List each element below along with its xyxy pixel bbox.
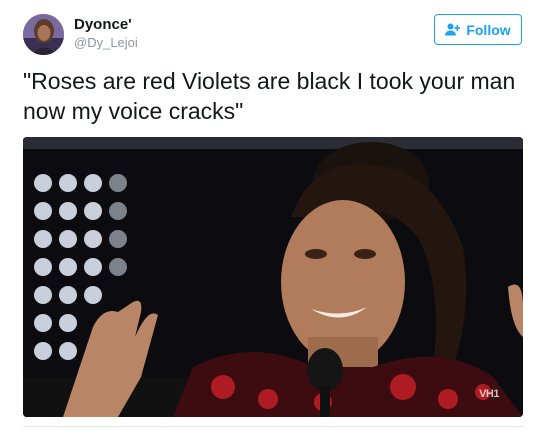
avatar-image [23, 14, 64, 55]
add-person-icon [445, 23, 461, 36]
vh1-watermark: VH1 [479, 388, 499, 400]
tweet-card: Dyonce' @Dy_Lejoi Follow "Roses are red … [0, 0, 541, 430]
avatar[interactable] [23, 14, 64, 55]
follow-button-label: Follow [466, 21, 511, 38]
follow-button[interactable]: Follow [434, 14, 522, 45]
divider [23, 426, 523, 427]
display-name[interactable]: Dyonce' [74, 16, 138, 34]
tweet-media[interactable]: VH1 [23, 137, 523, 417]
user-handle[interactable]: @Dy_Lejoi [74, 35, 138, 51]
tweet-text: "Roses are red Violets are black I took … [23, 68, 516, 124]
user-info: Dyonce' @Dy_Lejoi [74, 16, 138, 51]
media-image [23, 137, 523, 417]
